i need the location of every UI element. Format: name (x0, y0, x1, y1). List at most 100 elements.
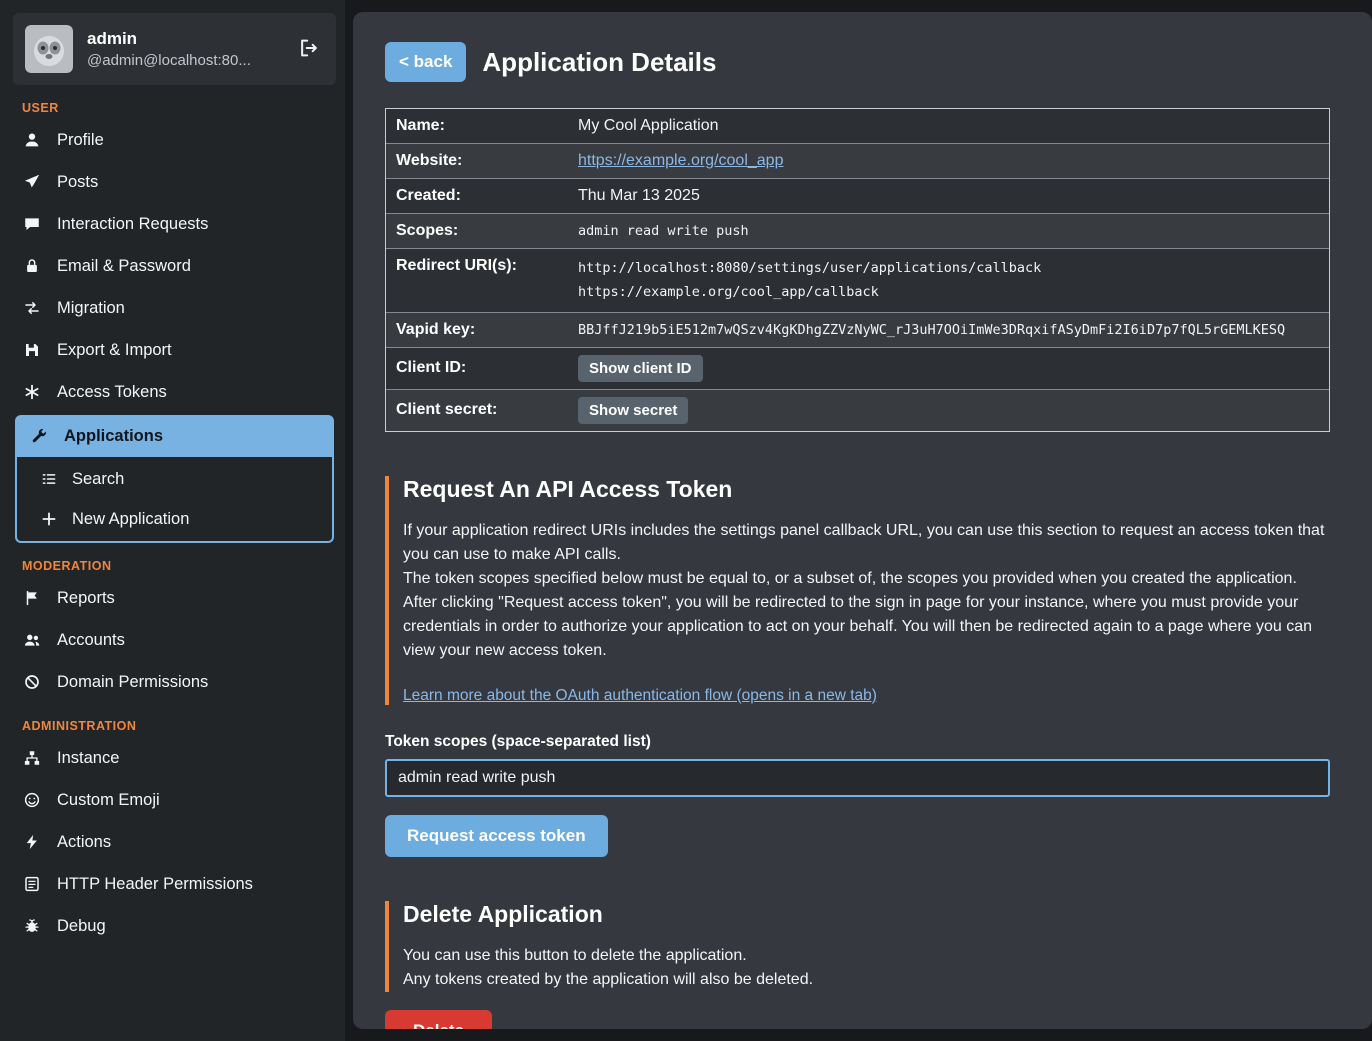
sidebar-item-http-header-permissions[interactable]: HTTP Header Permissions (0, 863, 345, 905)
sidebar-item-label: Custom Emoji (57, 791, 160, 810)
sidebar-item-actions[interactable]: Actions (0, 821, 345, 863)
request-token-paragraph-3: After clicking "Request access token", y… (403, 591, 1330, 663)
name-label: Name: (386, 109, 572, 143)
table-row-name: Name: My Cool Application (386, 109, 1329, 144)
sidebar-item-profile[interactable]: Profile (0, 119, 345, 161)
main-area: < back Application Details Name: My Cool… (345, 0, 1372, 1041)
smiley-icon (22, 790, 42, 810)
vapid-key-label: Vapid key: (386, 313, 572, 347)
sidebar-item-new-application[interactable]: New Application (17, 499, 332, 539)
token-scopes-label: Token scopes (space-separated list) (385, 733, 1330, 751)
delete-application-section: Delete Application You can use this butt… (385, 901, 1330, 992)
users-icon (22, 630, 42, 650)
show-client-id-button[interactable]: Show client ID (578, 355, 703, 382)
comment-icon (22, 214, 42, 234)
sidebar-item-label: Reports (57, 589, 115, 608)
applications-nav-block: Applications Search New Application (15, 415, 334, 543)
logout-button[interactable] (294, 33, 324, 66)
sidebar-item-reports[interactable]: Reports (0, 577, 345, 619)
plus-icon (39, 509, 59, 529)
back-button[interactable]: < back (385, 42, 466, 82)
vapid-key-value: BBJffJ219b5iE512m7wQSzv4KgKDhgZZVzNyWC_r… (572, 315, 1329, 345)
sidebar: admin @admin@localhost:80... USER Profil… (0, 0, 345, 1041)
sidebar-item-label: Instance (57, 749, 119, 768)
application-details-table: Name: My Cool Application Website: https… (385, 108, 1330, 432)
request-token-paragraph-1: If your application redirect URIs includ… (403, 519, 1330, 567)
sidebar-item-label: Email & Password (57, 257, 191, 276)
client-secret-label: Client secret: (386, 393, 572, 427)
avatar (25, 25, 73, 73)
applications-submenu: Search New Application (15, 457, 334, 543)
table-row-vapid-key: Vapid key: BBJffJ219b5iE512m7wQSzv4KgKDh… (386, 313, 1329, 348)
sidebar-item-label: Migration (57, 299, 125, 318)
delete-paragraph-1: You can use this button to delete the ap… (403, 944, 1330, 968)
client-id-label: Client ID: (386, 351, 572, 385)
sidebar-item-label: Actions (57, 833, 111, 852)
sidebar-item-email-password[interactable]: Email & Password (0, 245, 345, 287)
sidebar-item-label: Export & Import (57, 341, 172, 360)
sidebar-item-label: New Application (72, 510, 189, 529)
section-title-moderation: MODERATION (22, 559, 345, 573)
sidebar-item-domain-permissions[interactable]: Domain Permissions (0, 661, 345, 703)
request-access-token-button[interactable]: Request access token (385, 815, 608, 857)
sidebar-item-debug[interactable]: Debug (0, 905, 345, 947)
sidebar-item-posts[interactable]: Posts (0, 161, 345, 203)
website-link[interactable]: https://example.org/cool_app (578, 152, 783, 169)
sidebar-item-accounts[interactable]: Accounts (0, 619, 345, 661)
sidebar-item-interaction-requests[interactable]: Interaction Requests (0, 203, 345, 245)
request-token-paragraph-2: The token scopes specified below must be… (403, 567, 1330, 591)
sidebar-item-migration[interactable]: Migration (0, 287, 345, 329)
sidebar-item-label: Debug (57, 917, 106, 936)
delete-button[interactable]: Delete (385, 1010, 492, 1029)
sidebar-item-label: Domain Permissions (57, 673, 208, 692)
sidebar-item-label: Accounts (57, 631, 125, 650)
table-row-client-secret: Client secret: Show secret (386, 390, 1329, 431)
delete-application-heading: Delete Application (403, 901, 1330, 928)
scopes-value: admin read write push (572, 216, 1329, 246)
redirect-uri-2: https://example.org/cool_app/callback (578, 280, 1323, 304)
logout-icon (298, 47, 320, 62)
ban-icon (22, 672, 42, 692)
website-label: Website: (386, 144, 572, 178)
asterisk-icon (22, 382, 42, 402)
sidebar-item-label: Access Tokens (57, 383, 167, 402)
transfer-arrows-icon (22, 298, 42, 318)
sidebar-item-custom-emoji[interactable]: Custom Emoji (0, 779, 345, 821)
delete-paragraph-2: Any tokens created by the application wi… (403, 968, 1330, 992)
sidebar-item-label: Posts (57, 173, 98, 192)
oauth-docs-link[interactable]: Learn more about the OAuth authenticatio… (403, 687, 877, 705)
list-icon (39, 469, 59, 489)
token-scopes-input[interactable] (385, 759, 1330, 797)
table-row-website: Website: https://example.org/cool_app (386, 144, 1329, 179)
sidebar-item-applications-search[interactable]: Search (17, 459, 332, 499)
sidebar-item-applications[interactable]: Applications (15, 415, 334, 457)
user-name: admin (87, 29, 280, 49)
sitemap-icon (22, 748, 42, 768)
section-title-user: USER (22, 101, 345, 115)
sidebar-item-label: Applications (64, 427, 163, 446)
created-value: Thu Mar 13 2025 (572, 180, 1329, 212)
page-title: Application Details (482, 47, 716, 78)
floppy-disk-icon (22, 340, 42, 360)
show-secret-button[interactable]: Show secret (578, 397, 688, 424)
sidebar-item-label: Search (72, 470, 124, 489)
sidebar-item-access-tokens[interactable]: Access Tokens (0, 371, 345, 413)
request-token-heading: Request An API Access Token (403, 476, 1330, 503)
page-header: < back Application Details (385, 42, 1330, 82)
redirect-uris-label: Redirect URI(s): (386, 249, 572, 283)
sidebar-item-instance[interactable]: Instance (0, 737, 345, 779)
lock-icon (22, 256, 42, 276)
name-value: My Cool Application (572, 110, 1329, 142)
header-list-icon (22, 874, 42, 894)
request-token-section: Request An API Access Token If your appl… (385, 476, 1330, 705)
table-row-redirect-uris: Redirect URI(s): http://localhost:8080/s… (386, 249, 1329, 313)
tools-icon (29, 426, 49, 446)
sidebar-item-label: Profile (57, 131, 104, 150)
scopes-label: Scopes: (386, 214, 572, 248)
sidebar-item-export-import[interactable]: Export & Import (0, 329, 345, 371)
sidebar-item-label: HTTP Header Permissions (57, 875, 253, 894)
paper-plane-icon (22, 172, 42, 192)
application-details-panel: < back Application Details Name: My Cool… (353, 12, 1372, 1029)
created-label: Created: (386, 179, 572, 213)
flag-icon (22, 588, 42, 608)
